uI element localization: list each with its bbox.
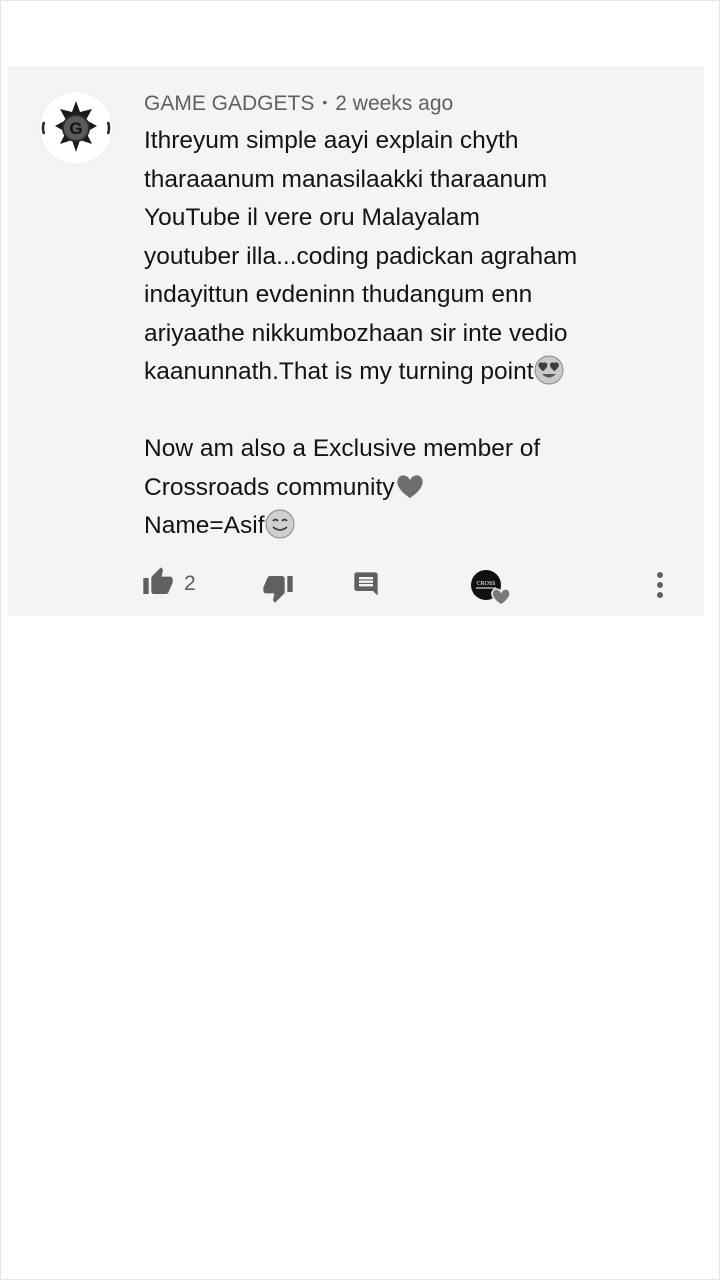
thumbs-down-icon[interactable] [262, 572, 294, 604]
author-name[interactable]: GAME GADGETS [144, 92, 314, 115]
avatar-letter: G [69, 119, 82, 138]
game-gadgets-avatar-icon: G [41, 101, 111, 152]
comment-line-text: Name=Asif [144, 512, 265, 539]
comment-actions: 2 CROSS [8, 566, 704, 606]
comment-line: YouTube il vere oru Malayalam [144, 204, 480, 231]
comment-line: indayittun evdeninn thudangum enn [144, 281, 533, 308]
comment-meta: GAME GADGETS • 2 weeks ago [144, 92, 453, 116]
comment-line: Now am also a Exclusive member of [144, 435, 541, 462]
heart-eyes-emoji-icon [534, 355, 564, 385]
creator-heart-badge[interactable]: CROSS [470, 568, 514, 608]
like-count: 2 [184, 572, 196, 595]
comment-time[interactable]: 2 weeks ago [335, 92, 453, 115]
comment-line: youtuber illa...coding padickan agraham [144, 242, 578, 270]
comment-line: Ithreyum simple aayi explain chyth [144, 127, 519, 154]
thumbs-up-icon[interactable] [142, 566, 174, 598]
comment-line-with-emoji: kaanunnath.That is my turning point [144, 353, 684, 392]
creator-badge-text: CROSS [476, 581, 495, 587]
comment-text: Ithreyum simple aayi explain chyth thara… [144, 122, 684, 546]
heart-emoji-icon [396, 474, 423, 498]
comment-line: ariyaathe nikkumbozhaan sir inte vedio [144, 319, 568, 347]
comment-line: tharaaanum manasilaakki tharaanum [144, 165, 548, 193]
smiling-face-emoji-icon [265, 509, 295, 539]
author-avatar[interactable]: G [40, 92, 112, 164]
comment-card: G GAME GADGETS • 2 weeks ago Ithreyum simp… [8, 66, 704, 616]
comment-line-text: Crossroads community [144, 473, 395, 501]
meta-separator: • [322, 94, 328, 110]
reply-icon[interactable] [352, 570, 380, 598]
more-vert-icon[interactable] [648, 570, 672, 602]
comment-line-text: kaanunnath.That is my turning point [144, 358, 534, 385]
comment-line-with-emoji: Name=Asif [144, 507, 684, 546]
comment-line-with-emoji: Crossroads community [144, 469, 684, 508]
